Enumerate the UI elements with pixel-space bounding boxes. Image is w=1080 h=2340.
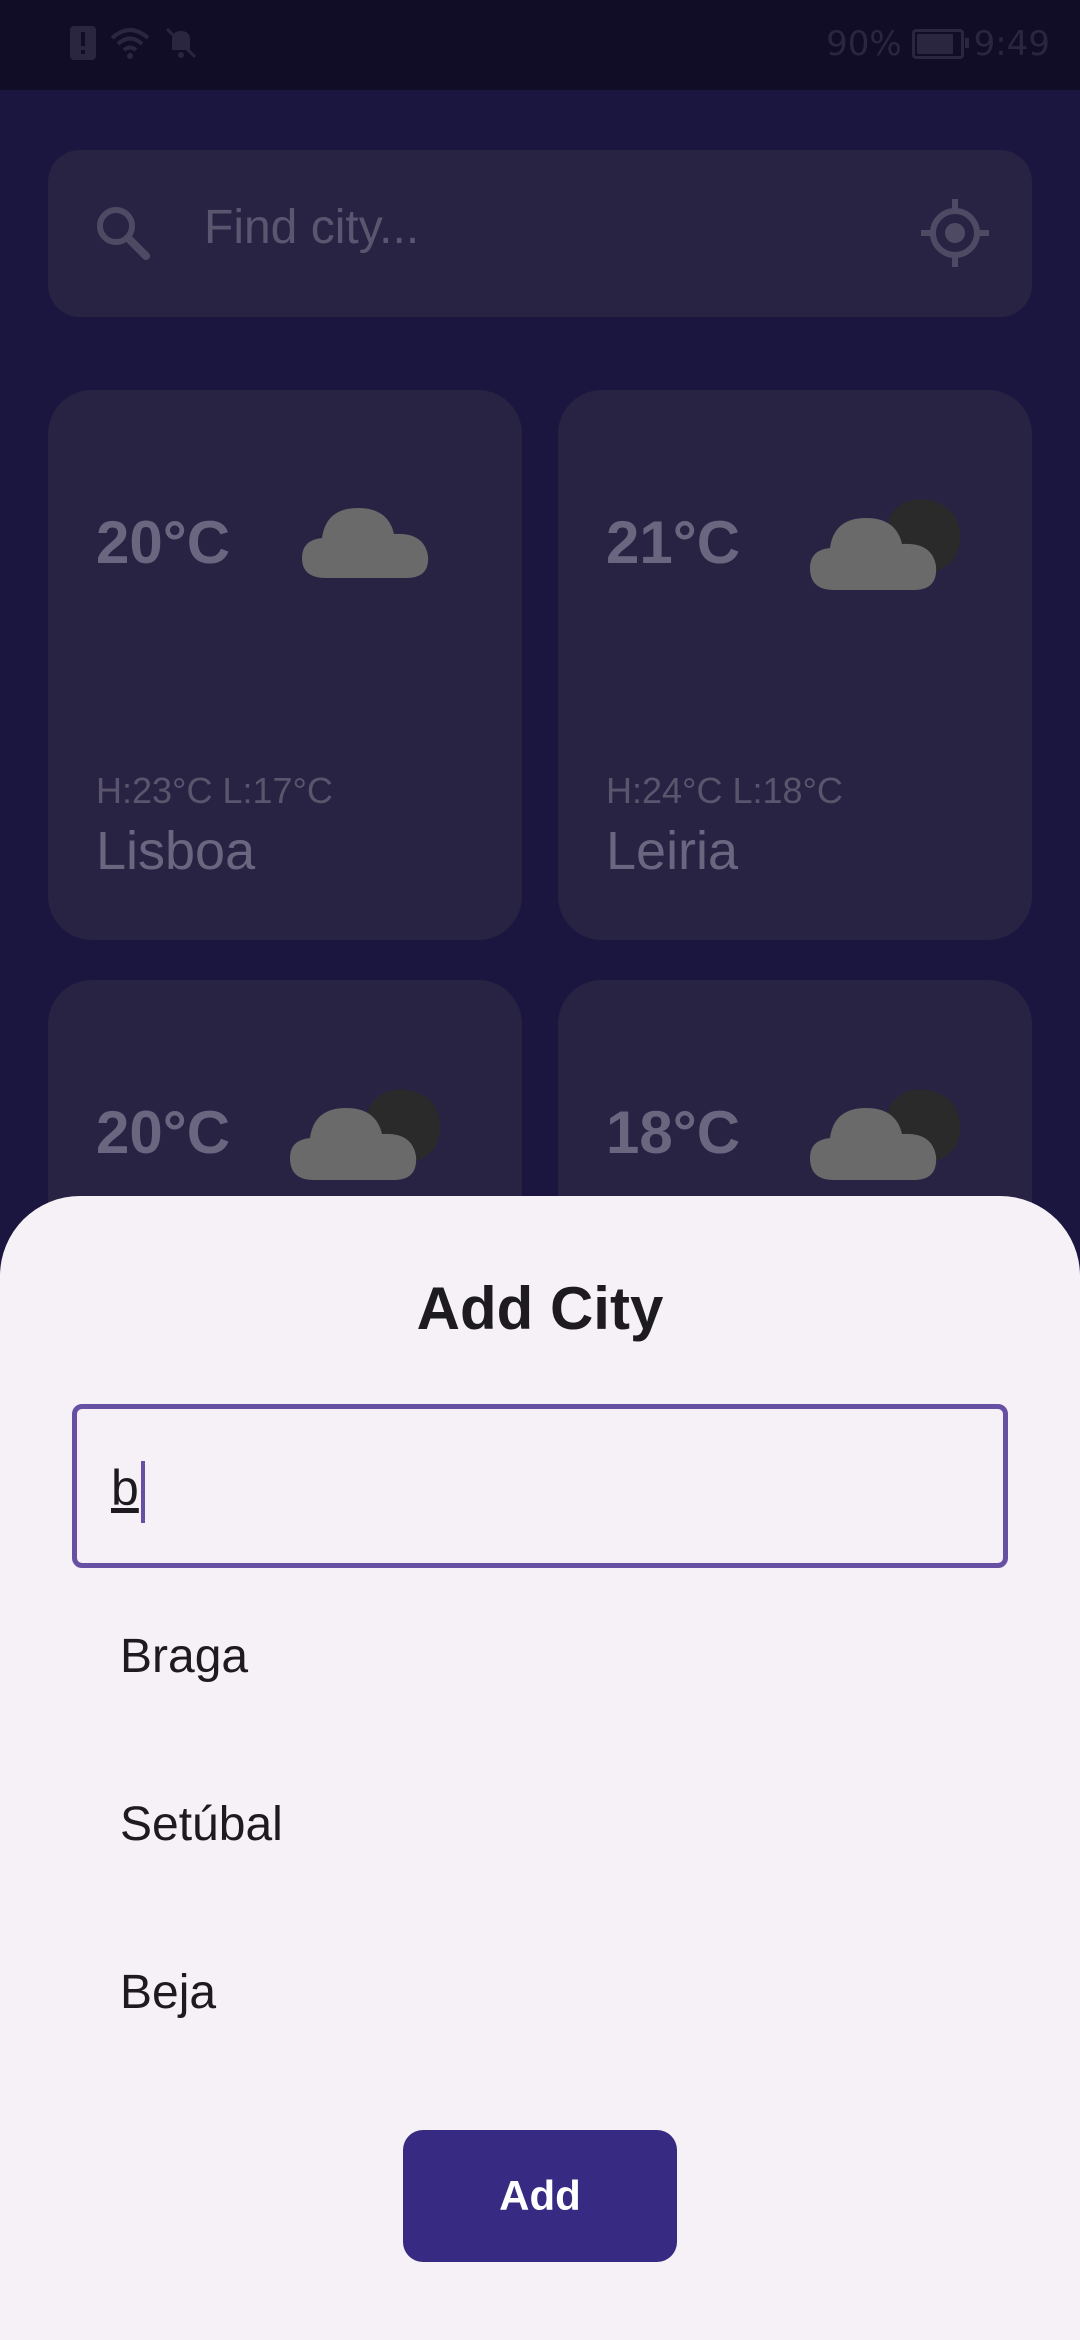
weather-card-leiria[interactable]: 21°C H:24°C L:18°C Leiria xyxy=(558,390,1032,940)
bell-off-icon xyxy=(165,27,197,59)
battery-level xyxy=(916,34,953,54)
suggestion-label: Setúbal xyxy=(120,1797,283,1851)
alert-icon xyxy=(70,26,96,60)
status-icons-right: 90% 9:49 xyxy=(826,24,1050,64)
my-location-icon[interactable] xyxy=(918,196,992,270)
cloud-night-icon xyxy=(810,499,961,590)
card-temperature: 20°C xyxy=(96,1099,231,1166)
cloud-night-icon xyxy=(290,1089,441,1180)
add-city-sheet: Add City b Braga Setúbal Beja Add xyxy=(0,1196,1080,2340)
weather-card-lisboa[interactable]: 20°C H:23°C L:17°C Lisboa xyxy=(48,390,522,940)
suggestion-setubal[interactable]: Setúbal xyxy=(0,1764,1080,1884)
suggestion-label: Beja xyxy=(120,1965,217,2019)
card-high-low: H:23°C L:17°C xyxy=(96,770,333,811)
city-search-input[interactable]: b xyxy=(72,1404,1008,1568)
search-bar[interactable]: Find city... xyxy=(48,150,1032,317)
cloud-icon xyxy=(302,508,429,578)
text-cursor xyxy=(141,1461,145,1523)
cloud-night-icon xyxy=(810,1089,961,1180)
status-bar: 90% 9:49 xyxy=(0,0,1080,90)
search-input[interactable]: Find city... xyxy=(204,200,419,255)
suggestion-label: Braga xyxy=(120,1629,249,1683)
battery-percent: 90% xyxy=(826,24,902,64)
card-temperature: 21°C xyxy=(606,509,741,576)
city-input-value[interactable]: b xyxy=(111,1459,139,1517)
search-icon[interactable] xyxy=(92,202,154,264)
card-city-name: Leiria xyxy=(606,821,739,881)
status-icons-left xyxy=(70,26,198,60)
add-button[interactable]: Add xyxy=(403,2130,677,2262)
suggestion-beja[interactable]: Beja xyxy=(0,1932,1080,2052)
sheet-title: Add City xyxy=(416,1275,664,1342)
clock: 9:49 xyxy=(973,24,1050,64)
card-high-low: H:24°C L:18°C xyxy=(606,770,843,811)
card-temperature: 20°C xyxy=(96,509,231,576)
card-temperature: 18°C xyxy=(606,1099,741,1166)
suggestion-braga[interactable]: Braga xyxy=(0,1596,1080,1716)
card-city-name: Lisboa xyxy=(96,821,256,881)
battery-icon xyxy=(911,29,969,59)
wifi-icon xyxy=(110,28,150,59)
